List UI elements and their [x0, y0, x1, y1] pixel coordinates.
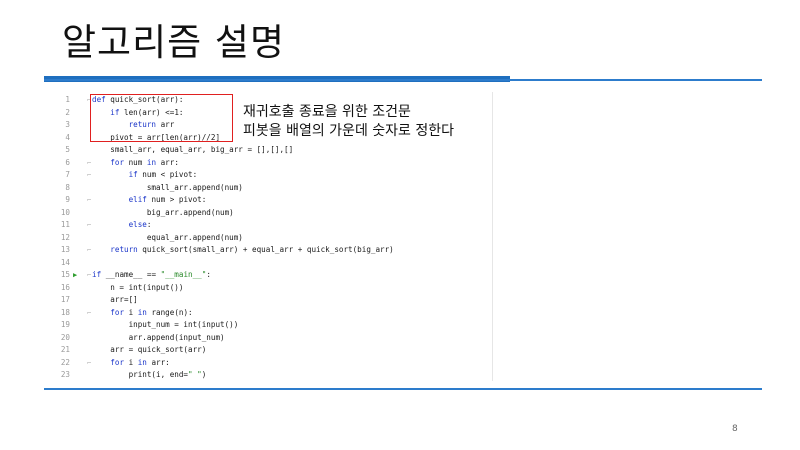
code-text: n = int(input()): [92, 282, 184, 292]
code-line: 12 equal_arr.append(num): [56, 232, 492, 245]
fold-marker-icon[interactable]: ⌐: [87, 244, 91, 257]
code-text: arr = quick_sort(arr): [92, 345, 207, 354]
line-number: 11: [60, 220, 70, 229]
line-number: 15: [60, 270, 70, 279]
fold-marker-icon[interactable]: ⌐: [87, 169, 91, 182]
line-number: 14: [60, 257, 70, 267]
code-line: 7 ⌐ if num < pivot:: [56, 169, 492, 182]
code-text: arr.append(input_num): [92, 332, 225, 342]
code-text: return quick_sort(small_arr) + equal_arr…: [110, 245, 394, 254]
line-number: 4: [65, 132, 70, 142]
code-text: arr=[]: [92, 295, 138, 304]
line-number: 9: [65, 195, 70, 204]
code-line: 21 arr = quick_sort(arr): [56, 344, 492, 357]
code-line: 20 arr.append(input_num): [56, 332, 492, 345]
line-number: 18: [60, 307, 70, 317]
code-line: 22 ⌐ for i in arr:: [56, 357, 492, 370]
highlight-box: [90, 94, 233, 142]
line-number: 20: [60, 332, 70, 342]
code-line: 11 ⌐ else:: [56, 219, 492, 232]
code-line: 16 n = int(input()): [56, 282, 492, 295]
code-text: if num < pivot:: [128, 170, 198, 179]
code-line: 9 ⌐ elif num > pivot:: [56, 194, 492, 207]
code-text: for i in arr:: [110, 357, 170, 367]
page-number: 8: [732, 424, 738, 434]
line-number: 7: [65, 170, 70, 179]
line-number: 3: [65, 120, 70, 129]
line-number: 19: [60, 320, 70, 329]
fold-marker-icon[interactable]: ⌐: [87, 357, 91, 370]
code-line: 15 ▶ ⌐ if __name__ == "__main__":: [56, 269, 492, 282]
fold-marker-icon[interactable]: ⌐: [87, 307, 91, 320]
footer-divider: [44, 388, 762, 390]
play-icon[interactable]: ▶: [73, 269, 83, 282]
code-text: else:: [128, 220, 152, 229]
code-line: 5 small_arr, equal_arr, big_arr = [],[],…: [56, 144, 492, 157]
code-text: for i in range(n):: [110, 307, 193, 317]
code-line: 23 print(i, end=" "): [56, 369, 492, 382]
code-line: 6 ⌐ for num in arr:: [56, 157, 492, 170]
fold-marker-icon[interactable]: ⌐: [87, 219, 91, 232]
code-text: equal_arr.append(num): [92, 232, 243, 242]
line-number: 17: [60, 295, 70, 304]
line-number: 1: [65, 95, 70, 104]
line-number: 5: [65, 145, 70, 154]
code-line: 14: [56, 257, 492, 270]
code-text: for num in arr:: [110, 157, 179, 167]
code-line: 17 arr=[]: [56, 294, 492, 307]
code-line: 18 ⌐ for i in range(n):: [56, 307, 492, 320]
line-number: 8: [65, 182, 70, 192]
fold-marker-icon[interactable]: ⌐: [87, 194, 91, 207]
code-text: if __name__ == "__main__":: [92, 270, 211, 279]
line-number: 10: [60, 207, 70, 217]
note-pivot-selection: 피봇을 배열의 가운데 숫자로 정한다: [243, 123, 454, 139]
line-number: 21: [60, 345, 70, 354]
header-divider-thin: [44, 79, 762, 81]
code-text: big_arr.append(num): [92, 207, 234, 217]
code-text: input_num = int(input()): [92, 320, 239, 329]
line-number: 6: [65, 157, 70, 167]
line-number: 12: [60, 232, 70, 242]
code-line: 13 ⌐ return quick_sort(small_arr) + equal…: [56, 244, 492, 257]
line-number: 23: [60, 370, 70, 379]
note-termination-condition: 재귀호출 종료을 위한 조건문: [243, 104, 411, 120]
line-number: 16: [60, 282, 70, 292]
code-line: 10 big_arr.append(num): [56, 207, 492, 220]
line-number: 13: [60, 245, 70, 254]
code-text: small_arr.append(num): [92, 182, 243, 192]
code-line: 19 input_num = int(input()): [56, 319, 492, 332]
line-number: 22: [60, 357, 70, 367]
code-text: print(i, end=" "): [92, 370, 207, 379]
line-number: 2: [65, 107, 70, 117]
fold-marker-icon[interactable]: ⌐: [87, 269, 91, 282]
fold-marker-icon[interactable]: ⌐: [87, 157, 91, 170]
slide-title: 알고리즘 설명: [62, 21, 286, 64]
code-text: small_arr, equal_arr, big_arr = [],[],[]: [92, 145, 294, 154]
code-text: elif num > pivot:: [128, 195, 207, 204]
code-line: 8 small_arr.append(num): [56, 182, 492, 195]
